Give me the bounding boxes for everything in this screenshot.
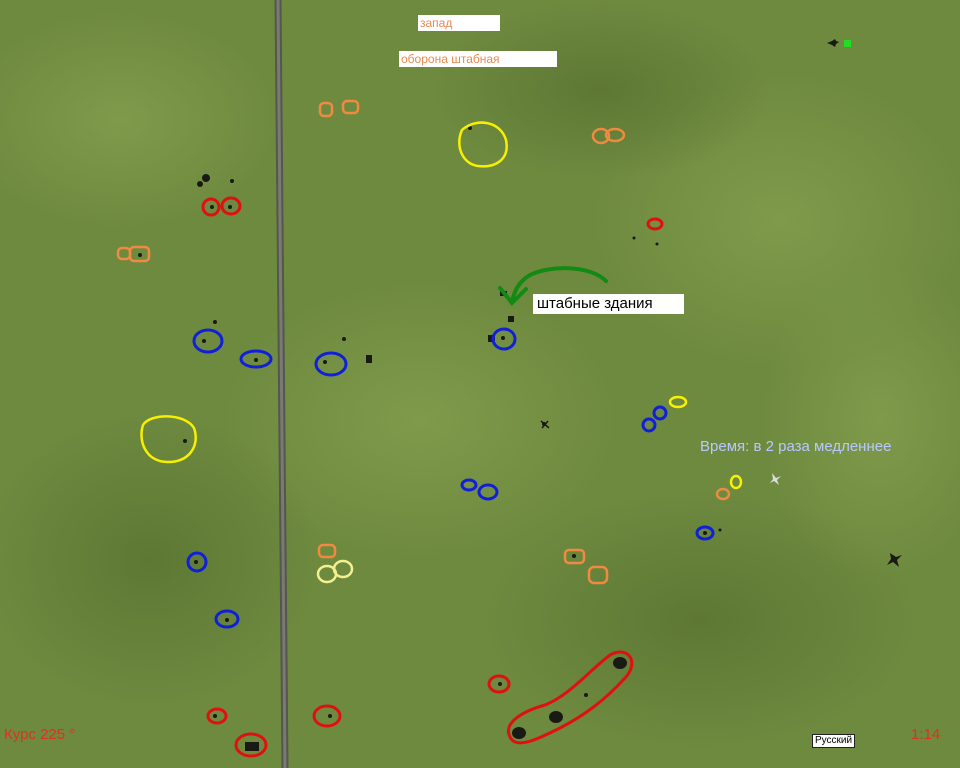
label-hq-text: штабные здания	[537, 295, 653, 312]
label-west-text: запад	[420, 16, 453, 30]
language-indicator[interactable]: Русский	[812, 734, 856, 748]
tactical-map[interactable]	[0, 0, 960, 768]
game-viewport[interactable]: запад оборона штабная штабные здания Кур…	[0, 0, 960, 768]
status-indicator	[844, 40, 851, 47]
map-label-west: запад	[418, 15, 500, 31]
time-speed-notice: Время: в 2 раза медленнее	[700, 438, 892, 455]
label-defense-text: оборона штабная	[401, 52, 500, 66]
heading-readout: Курс 225 °	[4, 726, 76, 743]
player-plane-icon	[827, 39, 839, 47]
mission-time: 1:14	[911, 726, 941, 743]
map-label-hq-buildings: штабные здания	[533, 294, 684, 314]
map-label-defense: оборона штабная	[399, 51, 557, 67]
